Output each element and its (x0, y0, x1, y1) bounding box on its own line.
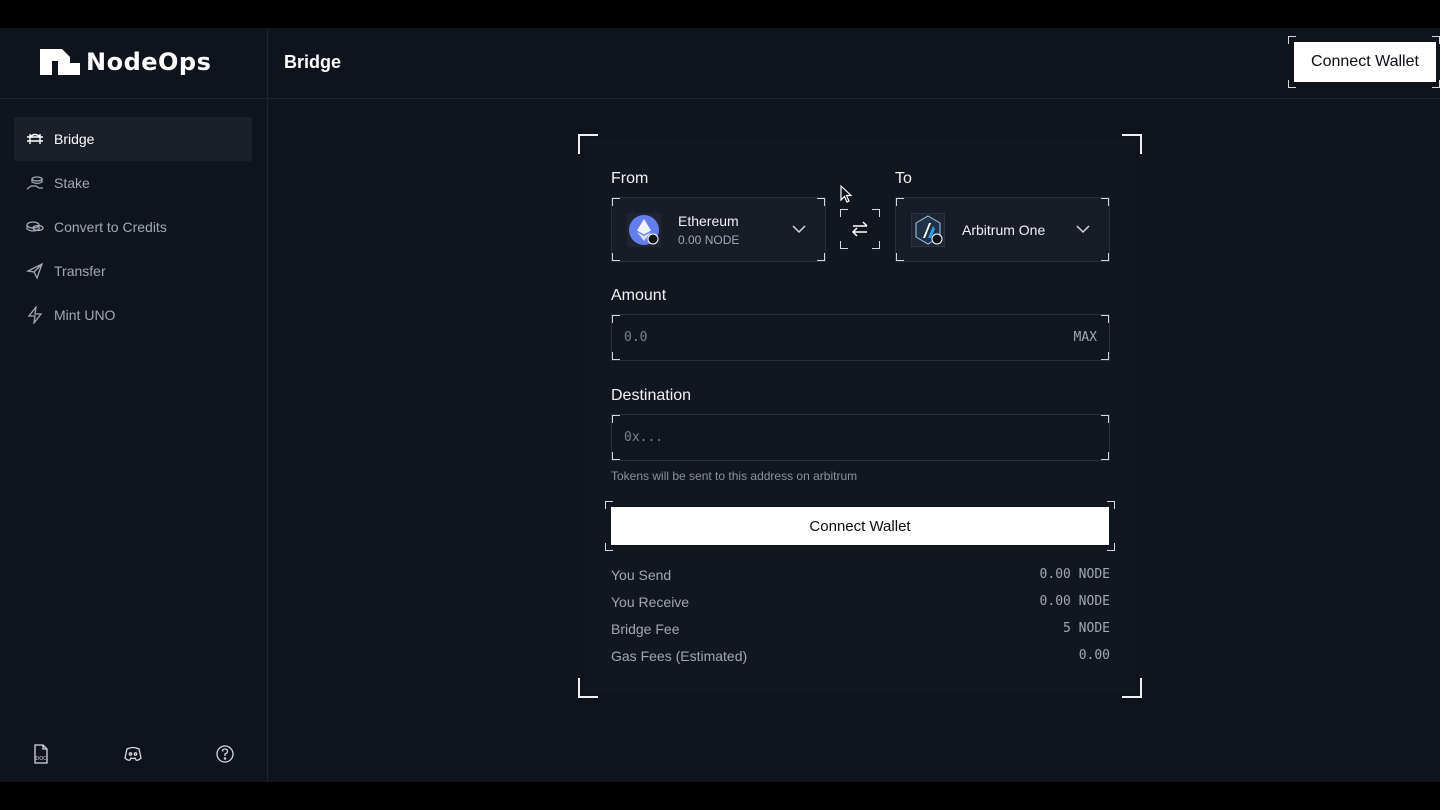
corner-bracket (1101, 198, 1109, 206)
from-chain-balance: 0.00 NODE (678, 233, 740, 247)
swap-arrows-icon (851, 221, 868, 237)
nodeops-logo-icon (40, 49, 80, 75)
mouse-cursor-icon (840, 185, 853, 203)
corner-bracket (840, 209, 848, 217)
sidebar-item-label: Mint UNO (54, 307, 116, 323)
corner-bracket (612, 452, 620, 460)
corner-bracket (1101, 315, 1109, 323)
sidebar-divider (0, 98, 267, 99)
sidebar-item-mint-uno[interactable]: Mint UNO (14, 293, 252, 337)
sidebar-item-stake[interactable]: Stake (14, 161, 252, 205)
destination-label: Destination (611, 387, 692, 404)
svg-text:DOC: DOC (35, 756, 47, 762)
summary-label: Bridge Fee (611, 621, 680, 637)
from-label: From (611, 170, 649, 187)
chevron-down-icon (792, 225, 806, 234)
max-button[interactable]: MAX (1074, 330, 1097, 345)
sidebar-item-transfer[interactable]: Transfer (14, 249, 252, 293)
corner-bracket (840, 241, 848, 249)
to-chain-select[interactable]: Arbitrum One (895, 197, 1110, 262)
corner-bracket (872, 209, 880, 217)
from-chain-name: Ethereum (678, 213, 739, 229)
sidebar-item-bridge[interactable]: Bridge (14, 117, 252, 161)
header-connect-wallet-button[interactable]: Connect Wallet (1294, 42, 1436, 82)
top-header: Bridge Connect Wallet (268, 28, 1440, 99)
arbitrum-icon (911, 213, 945, 247)
summary-row: You Receive 0.00 NODE (611, 594, 1110, 612)
amount-placeholder: 0.0 (624, 330, 648, 345)
corner-bracket (1101, 352, 1109, 360)
discord-icon[interactable] (123, 744, 143, 764)
chevron-down-icon (1076, 225, 1090, 234)
from-chain-select[interactable]: Ethereum 0.00 NODE (611, 197, 826, 262)
sidebar-item-label: Bridge (54, 131, 95, 147)
send-icon (26, 262, 44, 280)
coins-icon (26, 221, 44, 232)
corner-bracket (896, 198, 904, 206)
summary-value: 0.00 NODE (1039, 594, 1110, 609)
summary-label: You Receive (611, 594, 690, 610)
sidebar-item-label: Transfer (54, 263, 106, 279)
corner-bracket (1101, 452, 1109, 460)
corner-bracket (1101, 415, 1109, 423)
summary-row: You Send 0.00 NODE (611, 567, 1110, 585)
destination-hint: Tokens will be sent to this address on a… (611, 469, 858, 483)
summary-value: 0.00 NODE (1039, 567, 1110, 582)
sidebar-item-label: Stake (54, 175, 90, 191)
corner-bracket (872, 241, 880, 249)
lightning-icon (27, 306, 43, 324)
amount-input[interactable]: 0.0 MAX (611, 314, 1110, 361)
to-label: To (895, 170, 912, 187)
corner-bracket (612, 253, 620, 261)
sidebar-item-label: Convert to Credits (54, 219, 167, 235)
doc-icon[interactable]: DOC (31, 744, 51, 764)
corner-bracket (612, 198, 620, 206)
brand-logo[interactable]: NodeOps (40, 48, 211, 76)
summary-row: Bridge Fee 5 NODE (611, 621, 1110, 639)
letterbox-bottom (0, 782, 1440, 810)
ethereum-icon (627, 213, 661, 247)
corner-bracket (817, 198, 825, 206)
corner-bracket (1101, 253, 1109, 261)
corner-bracket (612, 415, 620, 423)
summary-value: 0.00 (1078, 648, 1110, 663)
summary-row: Gas Fees (Estimated) 0.00 (611, 648, 1110, 666)
summary-label: You Send (611, 567, 672, 583)
letterbox-top (0, 0, 1440, 28)
destination-input[interactable]: 0x... (611, 414, 1110, 461)
corner-bracket (817, 253, 825, 261)
sidebar-nav: Bridge Stake Convert to Credits Transfer (14, 117, 252, 337)
destination-placeholder: 0x... (624, 430, 664, 445)
brand-name: NodeOps (86, 48, 212, 76)
connect-wallet-button[interactable]: Connect Wallet (611, 507, 1109, 545)
page-title: Bridge (284, 52, 342, 72)
help-icon[interactable] (215, 744, 235, 764)
to-chain-name: Arbitrum One (962, 222, 1046, 238)
stake-icon (26, 176, 43, 190)
corner-bracket (612, 352, 620, 360)
connect-wallet-frame: Connect Wallet (605, 501, 1115, 551)
corner-bracket (612, 315, 620, 323)
bridge-icon (27, 133, 43, 144)
corner-bracket (896, 253, 904, 261)
summary-label: Gas Fees (Estimated) (611, 648, 748, 664)
sidebar: NodeOps Bridge Stake Convert to Credits … (0, 28, 268, 782)
swap-direction-button[interactable] (840, 209, 880, 249)
sidebar-footer: DOC (0, 744, 267, 768)
amount-label: Amount (611, 287, 667, 304)
summary-value: 5 NODE (1063, 621, 1110, 636)
sidebar-item-convert-to-credits[interactable]: Convert to Credits (14, 205, 252, 249)
app-window: NodeOps Bridge Stake Convert to Credits … (0, 28, 1440, 782)
header-connect-frame: Connect Wallet (1288, 36, 1440, 88)
